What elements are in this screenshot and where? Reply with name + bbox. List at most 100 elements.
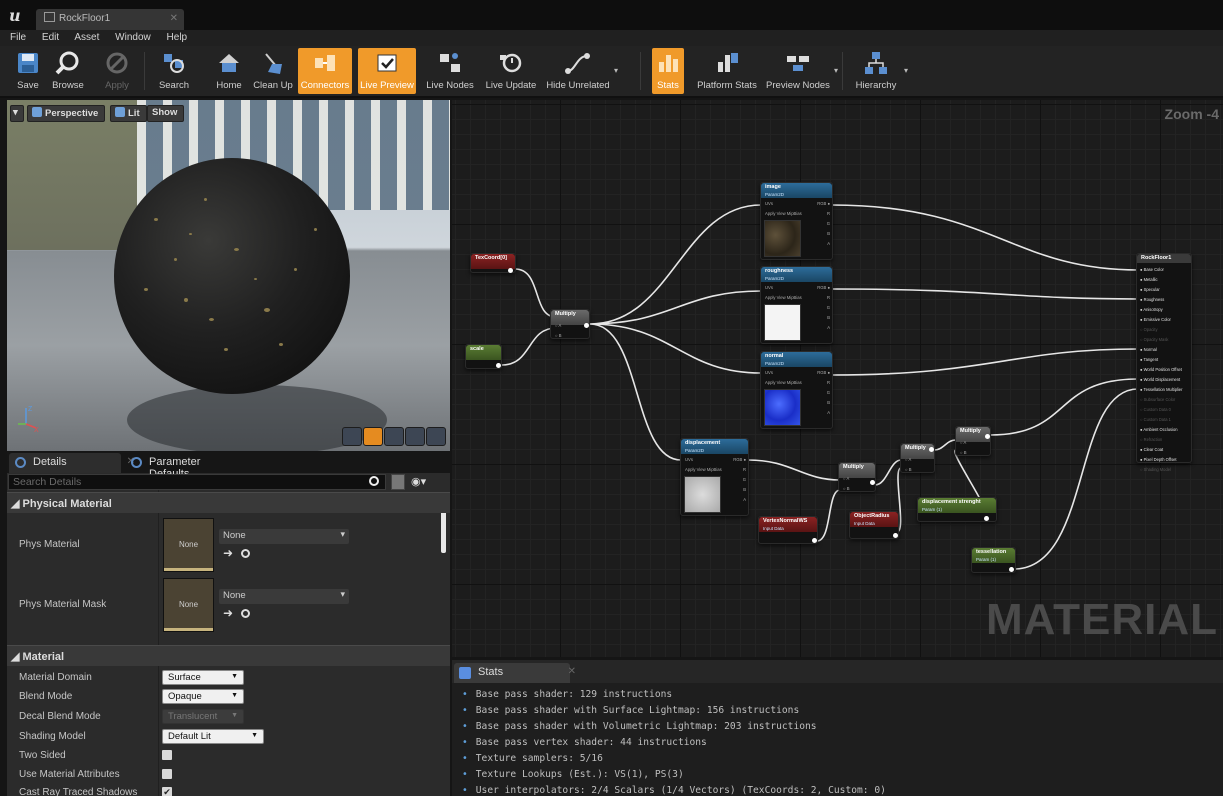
visibility-eye-icon[interactable]: ◉▾ xyxy=(411,474,445,490)
node-roughness-sample[interactable]: roughness Param2D UVs Apply View MipBias R… xyxy=(760,266,833,344)
node-material-result[interactable]: RockFloor1 ● Base Color ● Metallic ● Specu… xyxy=(1136,253,1192,472)
preview-viewport[interactable]: ▾ Perspective Lit Show ZX xyxy=(7,100,450,451)
output-pin[interactable] xyxy=(496,363,501,368)
result-input-pin[interactable]: ● Specular xyxy=(1140,285,1182,295)
output-pin[interactable] xyxy=(508,268,513,273)
live-preview-button[interactable]: Live Preview xyxy=(358,48,416,94)
hierarchy-button[interactable]: Hierarchy ▾ xyxy=(852,48,908,94)
category-physical-material[interactable]: ◢ Physical Material xyxy=(7,492,450,513)
perspective-button[interactable]: Perspective xyxy=(27,105,106,122)
result-input-pin[interactable]: ● Clear Coat xyxy=(1140,445,1182,455)
cleanup-button[interactable]: Clean Up xyxy=(252,48,294,94)
menu-edit[interactable]: Edit xyxy=(42,32,59,43)
use-selected-arrow-icon[interactable]: ➜ xyxy=(223,606,233,620)
node-vertex-normal[interactable]: VertexNormalWS Input Data xyxy=(758,516,818,544)
browse-asset-icon[interactable] xyxy=(241,609,250,618)
result-input-pin[interactable]: ● Base Color xyxy=(1140,265,1182,275)
live-nodes-button[interactable]: Live Nodes xyxy=(426,48,474,94)
result-input-pin[interactable]: ● Anisotropy xyxy=(1140,305,1182,315)
apply-button[interactable]: Apply xyxy=(100,48,134,94)
output-pin[interactable] xyxy=(985,434,990,439)
result-input-pin[interactable]: ○ Refraction xyxy=(1140,435,1182,445)
two-sided-checkbox[interactable] xyxy=(162,750,172,760)
phys-material-thumbnail[interactable]: None xyxy=(163,518,214,572)
preview-custom-mesh-button[interactable] xyxy=(426,427,446,446)
blend-mode-dropdown[interactable]: Opaque xyxy=(162,689,244,704)
menu-window[interactable]: Window xyxy=(115,32,151,43)
result-input-pin[interactable]: ● Tangent xyxy=(1140,355,1182,365)
preview-cube-button[interactable] xyxy=(405,427,425,446)
material-domain-dropdown[interactable]: Surface xyxy=(162,670,244,685)
result-input-pin[interactable]: ○ Shading Model xyxy=(1140,465,1182,475)
browse-button[interactable]: Browse xyxy=(48,48,88,94)
output-pin[interactable] xyxy=(870,480,875,485)
category-material[interactable]: ◢ Material xyxy=(7,645,450,666)
property-matrix-button[interactable] xyxy=(391,474,405,490)
home-button[interactable]: Home xyxy=(212,48,246,94)
use-selected-arrow-icon[interactable]: ➜ xyxy=(223,546,233,560)
output-pin[interactable] xyxy=(1009,567,1014,572)
result-input-pin[interactable]: ○ Custom Data 1 xyxy=(1140,415,1182,425)
result-input-pin[interactable]: ● World Position Offset xyxy=(1140,365,1182,375)
node-multiply-4[interactable]: Multiply ○ A ○ B xyxy=(955,426,991,456)
tab-parameter-defaults[interactable]: Parameter Defaults xyxy=(125,453,233,480)
connectors-button[interactable]: Connectors xyxy=(298,48,352,94)
close-tab-icon[interactable]: ✕ xyxy=(568,666,576,677)
show-button[interactable]: Show xyxy=(147,105,185,122)
live-update-button[interactable]: Live Update xyxy=(484,48,538,94)
use-material-attributes-checkbox[interactable] xyxy=(162,769,172,779)
result-input-pin[interactable]: ● Emissive Color xyxy=(1140,315,1182,325)
node-image-sample[interactable]: image Param2D UVs Apply View MipBias RGB ●… xyxy=(760,182,833,260)
node-multiply-2[interactable]: Multiply ○ A ○ B xyxy=(838,462,876,492)
cleanup-label[interactable]: Clean Up xyxy=(252,80,294,91)
output-pin[interactable] xyxy=(812,538,817,543)
preview-nodes-dropdown-icon[interactable]: ▾ xyxy=(834,66,838,75)
result-input-pin[interactable]: ○ Subsurface Color xyxy=(1140,395,1182,405)
preview-nodes-button[interactable]: Preview Nodes ▾ xyxy=(766,48,838,94)
node-tessellation[interactable]: tessellation Param (1) xyxy=(971,547,1016,573)
result-input-pin[interactable]: ○ Opacity xyxy=(1140,325,1182,335)
menu-help[interactable]: Help xyxy=(167,32,188,43)
node-normal-sample[interactable]: normal Param2D UVs Apply View MipBias RGB … xyxy=(760,351,833,429)
result-input-pin[interactable]: ● Roughness xyxy=(1140,295,1182,305)
platform-stats-button[interactable]: Platform Stats xyxy=(694,48,760,94)
result-input-pin[interactable]: ○ Opacity Mask xyxy=(1140,335,1182,345)
lit-button[interactable]: Lit xyxy=(110,105,147,122)
phys-material-mask-picker[interactable]: None xyxy=(219,589,349,604)
details-search-input[interactable]: Search Details xyxy=(8,474,386,490)
shading-model-dropdown[interactable]: Default Lit xyxy=(162,729,264,744)
search-button[interactable]: Search xyxy=(156,48,192,94)
node-object-radius[interactable]: ObjectRadius Input Data xyxy=(849,511,899,539)
hide-unrelated-button[interactable]: Hide Unrelated ▾ xyxy=(546,48,618,94)
node-displacement-sample[interactable]: displacement Param2D UVs Apply View MipBia… xyxy=(680,438,749,516)
result-input-pin[interactable]: ● Pixel Depth Offset xyxy=(1140,455,1182,465)
close-tab-icon[interactable]: ✕ xyxy=(170,13,178,24)
preview-sphere-button[interactable] xyxy=(363,427,383,446)
cast-ray-traced-shadows-checkbox[interactable]: ✔ xyxy=(162,787,172,796)
save-button[interactable]: Save xyxy=(12,48,44,94)
viewport-options-button[interactable]: ▾ xyxy=(10,105,24,122)
tab-details[interactable]: Details ✕ xyxy=(9,453,135,473)
hide-unrelated-dropdown-icon[interactable]: ▾ xyxy=(614,66,618,75)
material-graph-canvas[interactable]: Zoom -4 MATERIAL TexCoord[0] scale Multi… xyxy=(452,100,1223,657)
document-tab[interactable]: RockFloor1 ✕ xyxy=(36,9,184,30)
preview-plane-button[interactable] xyxy=(384,427,404,446)
hierarchy-dropdown-icon[interactable]: ▾ xyxy=(904,66,908,75)
output-pin[interactable] xyxy=(893,533,898,538)
menu-file[interactable]: File xyxy=(10,32,26,43)
tab-stats[interactable]: Stats ✕ xyxy=(454,663,576,683)
output-pin[interactable] xyxy=(929,447,934,452)
phys-material-picker[interactable]: None xyxy=(219,529,349,544)
node-multiply-uv[interactable]: Multiply ○ A ○ B xyxy=(550,309,590,339)
node-texcoord[interactable]: TexCoord[0] xyxy=(470,253,516,273)
output-pin[interactable] xyxy=(584,323,589,328)
output-pin[interactable] xyxy=(984,516,989,521)
result-input-pin[interactable]: ● Ambient Occlusion xyxy=(1140,425,1182,435)
result-input-pin[interactable]: ● Normal xyxy=(1140,345,1182,355)
node-scale[interactable]: scale xyxy=(465,344,502,369)
node-displacement-strength[interactable]: displacement strenght Param (1) xyxy=(917,497,997,522)
result-input-pin[interactable]: ● Metallic xyxy=(1140,275,1182,285)
browse-asset-icon[interactable] xyxy=(241,549,250,558)
result-input-pin[interactable]: ● Tessellation Multiplier xyxy=(1140,385,1182,395)
result-input-pin[interactable]: ● World Displacement xyxy=(1140,375,1182,385)
